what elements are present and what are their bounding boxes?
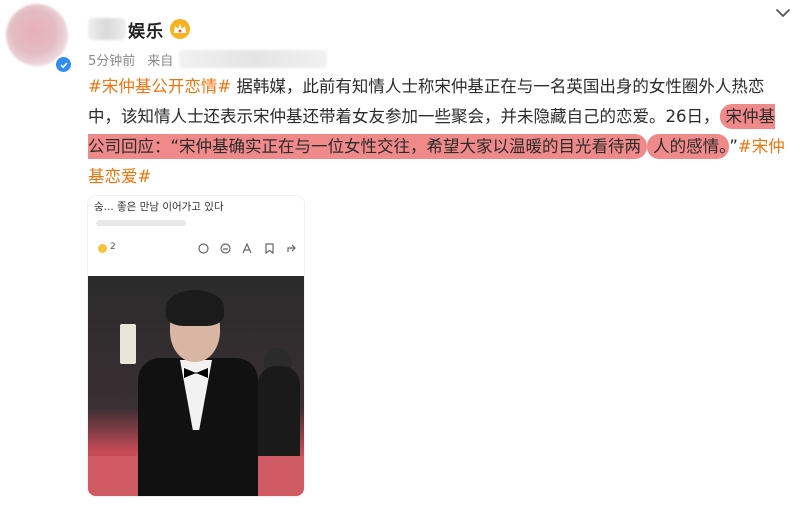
image-action-row: 2 bbox=[88, 242, 304, 258]
share-icon bbox=[220, 243, 231, 254]
background-person bbox=[258, 366, 300, 456]
post-meta: 5分钟前 来自 bbox=[88, 48, 328, 70]
highlighted-text: 人的感情。 bbox=[647, 134, 730, 159]
account-name-redacted bbox=[88, 18, 126, 40]
image-header: 숭... 좋은 만남 이어가고 있다 2 bbox=[88, 196, 304, 276]
post-image[interactable]: 숭... 좋은 만남 이어가고 있다 2 bbox=[88, 196, 304, 496]
from-label: 来自 bbox=[147, 53, 174, 69]
bookmark-icon bbox=[265, 243, 274, 254]
account-name-row[interactable]: 娱乐 bbox=[88, 14, 190, 44]
emoji-icon bbox=[98, 244, 107, 253]
hashtag-link[interactable]: #宋仲基公开恋情# bbox=[88, 77, 231, 96]
photo-red-carpet bbox=[88, 276, 304, 496]
crown-icon bbox=[170, 19, 190, 39]
font-size-icon bbox=[242, 243, 252, 254]
source-redacted bbox=[179, 50, 328, 68]
background-sign bbox=[120, 324, 136, 364]
chevron-down-icon[interactable] bbox=[772, 2, 794, 24]
post-time: 5分钟前 bbox=[88, 53, 136, 69]
image-korean-headline: 숭... 좋은 만남 이어가고 있다 bbox=[94, 201, 224, 213]
emoji-count: 2 bbox=[110, 242, 116, 252]
post-text: ” bbox=[729, 137, 738, 156]
person-hair bbox=[166, 290, 224, 326]
account-name[interactable]: 娱乐 bbox=[128, 17, 164, 42]
post-body: #宋仲基公开恋情# 据韩媒，此前有知情人士称宋仲基正在与一名英国出身的女性圈外人… bbox=[88, 72, 790, 192]
verified-badge-icon bbox=[54, 55, 73, 74]
coin-icon bbox=[198, 243, 209, 254]
share-arrow-icon bbox=[287, 244, 296, 252]
image-subline bbox=[96, 220, 186, 226]
